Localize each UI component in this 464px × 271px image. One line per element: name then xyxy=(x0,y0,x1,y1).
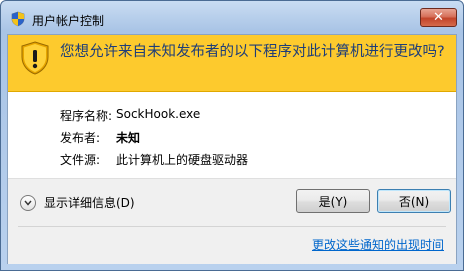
change-notification-settings-link[interactable]: 更改这些通知的出现时间 xyxy=(312,236,444,253)
show-details-label: 显示详细信息(D) xyxy=(44,196,135,210)
window-title: 用户帐户控制 xyxy=(32,14,105,28)
show-details-toggle[interactable]: 显示详细信息(D) xyxy=(20,194,135,211)
dialog-client-area: 您想允许来自未知发布者的以下程序对此计算机进行更改吗? 程序名称: SockHo… xyxy=(7,34,457,264)
file-source-label: 文件源: xyxy=(60,153,101,167)
file-source-value: 此计算机上的硬盘驱动器 xyxy=(116,153,249,167)
publisher-value: 未知 xyxy=(116,131,141,145)
uac-shield-icon xyxy=(11,11,25,27)
publisher-label: 发布者: xyxy=(60,131,101,145)
yes-button[interactable]: 是(Y) xyxy=(296,189,370,213)
dialog-footer: 显示详细信息(D) 是(Y) 否(N) 更改这些通知的出现时间 xyxy=(8,178,456,264)
no-button[interactable]: 否(N) xyxy=(377,189,451,213)
uac-dialog-window: 用户帐户控制 ✕ 您想允许来自未知发布者的以下程序对此计算机进行更改吗? 程序名… xyxy=(0,0,464,271)
uac-shield-warning-icon xyxy=(21,41,49,75)
footer-divider xyxy=(18,226,446,227)
title-bar: 用户帐户控制 ✕ xyxy=(1,1,463,33)
warning-banner: 您想允许来自未知发布者的以下程序对此计算机进行更改吗? xyxy=(8,35,456,92)
chevron-down-icon xyxy=(20,194,36,211)
banner-message: 您想允许来自未知发布者的以下程序对此计算机进行更改吗? xyxy=(60,44,445,60)
close-icon: ✕ xyxy=(433,10,444,25)
program-name-value: SockHook.exe xyxy=(116,107,201,121)
program-name-label: 程序名称: xyxy=(60,109,113,123)
close-button[interactable]: ✕ xyxy=(420,8,457,27)
